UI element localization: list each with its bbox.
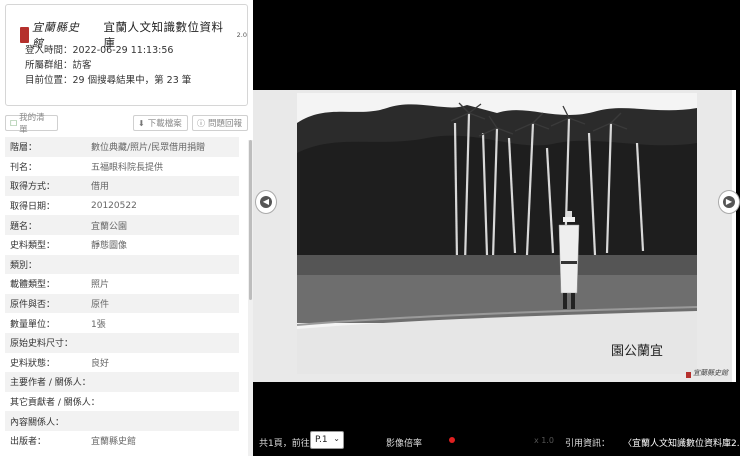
field-value: 宜蘭公園: [91, 221, 128, 232]
field-value: 宜蘭縣史館: [91, 437, 137, 448]
metadata-row: 主要作者 / 關係人：: [5, 372, 239, 392]
metadata-row: 數量單位： 1張: [5, 313, 239, 333]
historical-photo[interactable]: [297, 93, 697, 374]
position-line: 目前位置：29 個搜尋結果中，第 23 筆: [25, 72, 191, 86]
field-label: 史料狀態：: [10, 358, 56, 369]
field-value: 借用: [91, 182, 110, 193]
zoom-slider-handle[interactable]: [449, 437, 455, 443]
citation-label: 引用資訊：: [565, 439, 611, 449]
watermark-text: 宜蘭縣史館: [693, 369, 728, 377]
login-time-line: 登入時間：2022-06-29 11:13:56: [25, 42, 173, 56]
metadata-row: 刊名： 五福眼科院長提供: [5, 157, 239, 177]
scrollbar-thumb[interactable]: [249, 140, 252, 300]
field-value: 靜態圖像: [91, 241, 128, 252]
field-label: 題名：: [10, 221, 38, 232]
chevron-down-icon: ⌄: [333, 434, 340, 443]
position-value: 29 個搜尋結果中，第 23 筆: [72, 75, 192, 86]
metadata-row: 題名： 宜蘭公園: [5, 215, 239, 235]
field-label: 階層：: [10, 143, 38, 154]
field-value: 良好: [91, 358, 110, 369]
record-toolbar: ☐ 我的清單 ⬇ 下載檔案 ⓘ 問題回報: [5, 113, 248, 135]
image-viewer: 宜蘭公園 宜蘭縣史館 ◀ ▶ 共1頁，前往 P.1 ⌄ 影像倍率 x 1.0 引…: [253, 0, 740, 456]
photo-caption: 宜蘭公園: [611, 344, 664, 359]
zoom-value: x 1.0: [534, 436, 554, 445]
prev-image-button[interactable]: ◀: [255, 190, 277, 214]
group-value: 訪客: [72, 60, 92, 71]
viewer-bottom-bar: 共1頁，前往 P.1 ⌄ 影像倍率 x 1.0 引用資訊： 〈宜蘭人文知識數位資…: [253, 426, 740, 456]
metadata-panel: 宜蘭縣史館 宜蘭人文知識數位資料庫 2.0 登入時間：2022-06-29 11…: [0, 0, 253, 456]
report-issue-label: 問題回報: [208, 119, 243, 129]
page-select[interactable]: P.1 ⌄: [310, 431, 344, 449]
login-time-value: 2022-06-29 11:13:56: [72, 45, 174, 56]
report-issue-button[interactable]: ⓘ 問題回報: [192, 115, 248, 131]
my-list-button[interactable]: ☐ 我的清單: [5, 113, 58, 135]
metadata-row: 類別：: [5, 254, 239, 275]
watermark-seal-icon: [686, 372, 691, 378]
field-value: 1張: [91, 319, 106, 330]
field-label: 數量單位：: [10, 319, 56, 330]
field-label: 主要作者 / 關係人：: [10, 378, 91, 389]
field-value: 五福眼科院長提供: [91, 162, 164, 173]
photo-frame: 宜蘭公園: [253, 90, 736, 382]
field-label: 原始史料尺寸：: [10, 339, 74, 350]
group-line: 所屬群組：訪客: [25, 57, 92, 71]
field-value: 數位典藏/照片/民眾借用捐贈: [91, 143, 206, 154]
metadata-row: 載體類型： 照片: [5, 274, 239, 294]
checkbox-icon: ☐: [10, 118, 18, 128]
field-value: 原件: [91, 300, 110, 311]
chevron-right-icon: ▶: [723, 196, 735, 208]
group-label: 所屬群組：: [25, 60, 73, 71]
citation-value[interactable]: 〈宜蘭人文知識數位資料庫2.0: [623, 436, 740, 449]
next-image-button[interactable]: ▶: [718, 190, 740, 214]
metadata-row: 取得方式： 借用: [5, 176, 239, 196]
page-select-value: P.1: [315, 435, 328, 445]
field-label: 取得日期：: [10, 202, 56, 213]
metadata-row: 其它貢獻者 / 關係人：: [5, 392, 239, 412]
metadata-row: 史料狀態： 良好: [5, 353, 239, 373]
zoom-label: 影像倍率: [386, 439, 423, 449]
metadata-row: 原件與否： 原件: [5, 293, 239, 314]
field-label: 取得方式：: [10, 182, 56, 193]
download-icon: ⬇: [138, 118, 145, 128]
metadata-row: 內容關係人：: [5, 411, 239, 431]
metadata-table: 階層： 數位典藏/照片/民眾借用捐贈刊名： 五福眼科院長提供取得方式： 借用取得日期：…: [5, 137, 239, 451]
field-label: 其它貢獻者 / 關係人：: [10, 398, 100, 409]
seal-logo-icon: [20, 27, 29, 43]
download-button[interactable]: ⬇ 下載檔案: [133, 115, 188, 131]
metadata-row: 取得日期： 20120522: [5, 196, 239, 216]
chevron-left-icon: ◀: [260, 196, 272, 208]
field-value: 照片: [91, 280, 110, 291]
metadata-row: 出版者： 宜蘭縣史館: [5, 431, 239, 451]
position-label: 目前位置：: [25, 75, 73, 86]
site-version: 2.0: [236, 31, 247, 39]
page-total-label: 共1頁，前往: [259, 439, 310, 449]
field-label: 原件與否：: [10, 300, 56, 311]
field-label: 史料類型：: [10, 241, 56, 252]
field-label: 出版者：: [10, 437, 47, 448]
login-time-label: 登入時間：: [25, 45, 73, 56]
my-list-label: 我的清單: [19, 113, 45, 135]
field-label: 刊名：: [10, 162, 38, 173]
field-label: 載體類型：: [10, 280, 56, 291]
field-value: 20120522: [91, 200, 137, 211]
metadata-row: 階層： 數位典藏/照片/民眾借用捐贈: [5, 137, 239, 157]
field-label: 類別：: [10, 260, 38, 271]
info-icon: ⓘ: [197, 118, 205, 128]
metadata-row: 史料類型： 靜態圖像: [5, 235, 239, 255]
field-label: 內容關係人：: [10, 417, 65, 428]
download-label: 下載檔案: [147, 119, 182, 129]
session-info-box: 宜蘭縣史館 宜蘭人文知識數位資料庫 2.0 登入時間：2022-06-29 11…: [5, 4, 248, 106]
metadata-row: 原始史料尺寸：: [5, 332, 239, 353]
